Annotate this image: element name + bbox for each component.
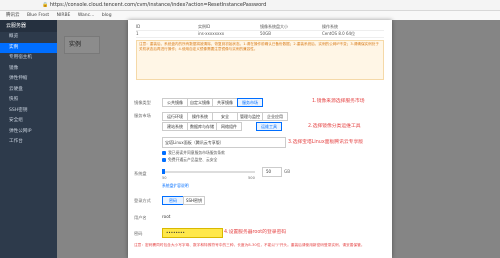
table-header: 实例ID [198, 24, 211, 29]
category-database[interactable]: 数据库与存储 [187, 122, 217, 131]
sidebar-item-auto-scaling[interactable]: 弹性伸缩 [0, 74, 57, 85]
sidebar: 云服务器 概览 实例 专用宿主机 镜像 弹性伸缩 云硬盘 快照 SSH密钥 安全… [0, 20, 57, 258]
category-ops-tools[interactable]: 运维工具 [256, 122, 282, 131]
agreement-text: 我已阅读并同意服务市场服务条款 [168, 150, 225, 155]
table-header: ID [136, 24, 141, 29]
bookmark-item[interactable]: blog [102, 11, 112, 20]
table-row: 1 ins-xxxxxxxx 50GB CentOS 8.0 64位 [136, 31, 384, 38]
category-network[interactable]: 网络组件 [216, 122, 242, 131]
url-text: https://console.cloud.tencent.com/cvm/in… [49, 2, 267, 8]
username-value: root [162, 214, 171, 219]
password-rules-note: 注意：密码需同时包含大小写字母、数字和特殊符号中的三种，长度为8-30位，不能以… [134, 243, 365, 247]
bookmark-item[interactable]: Wanc... [78, 11, 95, 20]
sidebar-item-security-group[interactable]: 安全组 [0, 116, 57, 127]
login-password-option[interactable]: 密码 [162, 196, 184, 205]
category-monitoring[interactable]: 管理与监控 [237, 112, 263, 121]
disk-note-link[interactable]: 系统盘扩容说明 [162, 183, 189, 189]
category-website[interactable]: 建站系统 [162, 122, 188, 131]
address-bar[interactable]: 🔒 https://console.cloud.tencent.com/cvm/… [42, 2, 372, 9]
image-select[interactable]: 宝塔Linux面板（腾讯云专享版） [162, 137, 286, 148]
table-header: 镜像系统盘大小 [260, 24, 288, 29]
table-cell: 50GB [260, 31, 271, 36]
annotation-step-1: 1.镜像来源选择服务市场 [312, 99, 365, 104]
annotation-step-4: 4.设置服务器root的登录密码 [224, 230, 287, 235]
sidebar-item-overview[interactable]: 概览 [0, 32, 57, 43]
disk-size-input[interactable]: 50 [262, 167, 282, 177]
disk-unit: GB [284, 169, 291, 174]
sidebar-item-snapshots[interactable]: 快照 [0, 95, 57, 106]
sidebar-title: 云服务器 [0, 20, 57, 32]
sidebar-item-ssh-keys[interactable]: SSH密钥 [0, 106, 57, 117]
table-cell: CentOS 8.0 64位 [322, 31, 356, 36]
warning-notice: 注意：重装后，系统盘内的所有数据将被清除，恢复到初始状态。1.请在操作前确认已备… [136, 40, 384, 80]
table-header: 操作系统 [322, 24, 338, 29]
login-ssh-option[interactable]: SSH密钥 [183, 196, 205, 205]
disk-min: 50 [162, 176, 167, 180]
table-cell: ins-xxxxxxxx [198, 31, 225, 36]
image-type-shared[interactable]: 共享镜像 [212, 98, 238, 107]
instance-table: ID 实例ID 镜像系统盘大小 操作系统 1 ins-xxxxxxxx 50GB… [136, 24, 384, 38]
login-method-label: 登录方式 [134, 198, 151, 203]
disk-max: 500 [248, 176, 255, 180]
marketplace-label: 服务市场 [134, 113, 151, 118]
browser-toolbar: 🔒 https://console.cloud.tencent.com/cvm/… [0, 0, 500, 11]
username-label: 用户名 [134, 215, 147, 220]
category-runtime[interactable]: 运行环境 [162, 112, 188, 121]
sidebar-item-images[interactable]: 镜像 [0, 64, 57, 75]
password-input[interactable]: •••••••• [162, 228, 223, 238]
sidebar-item-dedicated-host[interactable]: 专用宿主机 [0, 53, 57, 64]
image-type-public[interactable]: 公共镜像 [162, 98, 188, 107]
image-type-label: 镜像类型 [134, 100, 151, 105]
system-disk-label: 系统盘 [134, 171, 147, 176]
category-enterprise[interactable]: 企业应用 [262, 112, 288, 121]
image-type-marketplace[interactable]: 服务市场 [237, 98, 263, 107]
agreement-checkbox[interactable] [162, 151, 166, 155]
annotation-step-2: 2.选择镜像分类运维工具 [308, 124, 361, 129]
monitoring-checkbox[interactable] [162, 158, 166, 162]
sidebar-item-instances[interactable]: 实例 [0, 42, 57, 53]
image-type-custom[interactable]: 自定义镜像 [187, 98, 213, 107]
disk-slider[interactable] [165, 171, 255, 173]
password-label: 密码 [134, 231, 143, 236]
bookmark-item[interactable]: Blue Frost [27, 11, 49, 20]
category-os[interactable]: 操作系统 [187, 112, 213, 121]
sidebar-item-cloud-disk[interactable]: 云硬盘 [0, 85, 57, 96]
sidebar-item-eip[interactable]: 弹性公网IP [0, 127, 57, 138]
reinstall-dialog: ID 实例ID 镜像系统盘大小 操作系统 1 ins-xxxxxxxx 50GB… [128, 20, 392, 258]
bookmark-item[interactable]: NIRBE [57, 11, 71, 20]
table-cell: 1 [136, 31, 139, 36]
sidebar-item-workbench[interactable]: 工作台 [0, 137, 57, 148]
bookmark-item[interactable]: 腾讯云 [6, 11, 20, 20]
category-security[interactable]: 安全 [212, 112, 238, 121]
lock-icon: 🔒 [42, 2, 49, 8]
monitoring-text: 免费开通云产品监控、云安全 [168, 157, 218, 162]
annotation-step-3: 3.选择宝塔Linux面板腾讯云专享版 [288, 140, 364, 145]
